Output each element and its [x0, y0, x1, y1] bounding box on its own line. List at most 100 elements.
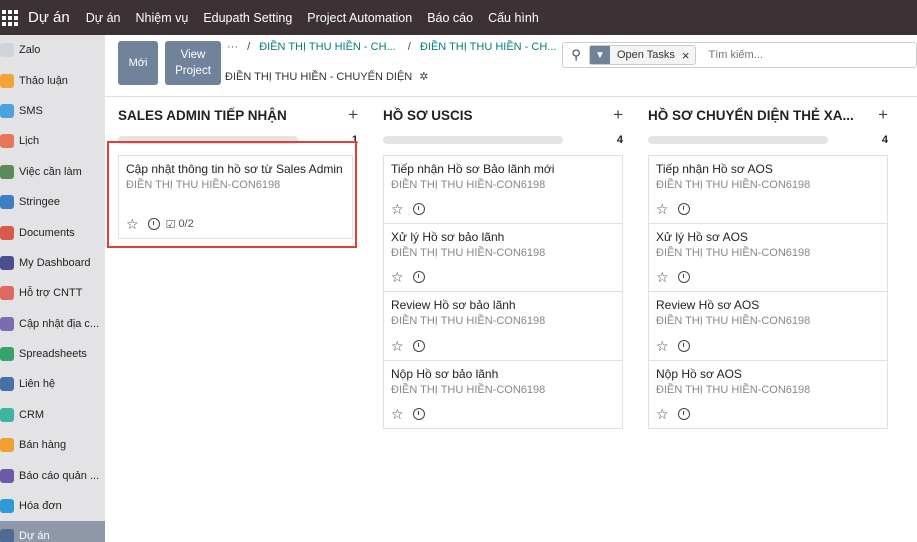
task-contact: ĐIỀN THỊ THU HIỀN-CON6198 [126, 179, 281, 191]
sidebar-item[interactable]: Hỗ trợ CNTT [0, 278, 105, 308]
app-icon [0, 73, 14, 88]
search-input[interactable] [708, 49, 839, 61]
sidebar-item[interactable]: CRM [0, 400, 105, 430]
sidebar-item[interactable]: Dự án [0, 521, 105, 542]
sidebar-item-label: Dự án [19, 530, 50, 542]
menu-bao-cao[interactable]: Báo cáo [427, 11, 473, 25]
sidebar-item[interactable]: Spreadsheets [0, 339, 105, 369]
column-title[interactable]: SALES ADMIN TIẾP NHẬN [118, 108, 287, 123]
task-contact: ĐIỀN THỊ THU HIỀN-CON6198 [656, 315, 811, 327]
menu-nhiem-vu[interactable]: Nhiệm vụ [136, 11, 189, 25]
clock-icon[interactable] [147, 218, 160, 230]
sidebar-item[interactable]: SMS [0, 96, 105, 126]
task-card[interactable]: Review Hồ sơ bảo lãnh ĐIỀN THỊ THU HIỀN-C… [383, 292, 623, 361]
sidebar-item-label: Thảo luận [19, 74, 68, 87]
sidebar-item[interactable]: Việc cần làm [0, 157, 105, 187]
sidebar-item[interactable]: Báo cáo quản ... [0, 460, 105, 490]
clock-icon[interactable] [677, 202, 690, 215]
sidebar-item-label: CRM [19, 408, 45, 421]
column-count: 4 [881, 134, 888, 146]
sidebar-item[interactable]: My Dashboard [0, 248, 105, 278]
new-button[interactable]: Mới [118, 41, 158, 85]
clock-icon[interactable] [412, 271, 425, 283]
task-card[interactable]: Nộp Hồ sơ bảo lãnh ĐIỀN THỊ THU HIỀN-CON6… [383, 360, 623, 429]
view-project-button[interactable]: View Project [165, 41, 221, 85]
task-card[interactable]: Cập nhật thông tin hồ sơ từ Sales Admin Đ… [118, 155, 353, 239]
sidebar-item[interactable]: Zalo [0, 35, 105, 65]
task-title: Xử lý Hồ sơ bảo lãnh [391, 229, 505, 244]
sidebar-item[interactable]: Hóa đơn [0, 491, 105, 521]
task-icons: ☆ [656, 202, 696, 216]
menu-edupath-setting[interactable]: Edupath Setting [203, 11, 292, 25]
gear-icon[interactable]: ✲ [419, 70, 428, 83]
top-navbar: Dự án Dự án Nhiệm vụ Edupath Setting Pro… [0, 0, 917, 35]
task-card[interactable]: Nộp Hồ sơ AOS ĐIỀN THỊ THU HIỀN-CON6198 ☆ [648, 360, 888, 429]
search-icon[interactable]: ⚲ [563, 47, 589, 63]
app-icon [0, 529, 14, 542]
column-cards: Cập nhật thông tin hồ sơ từ Sales Admin Đ… [118, 155, 358, 239]
column-title[interactable]: HỒ SƠ USCIS [383, 108, 473, 123]
apps-grid-icon[interactable] [0, 9, 18, 26]
star-icon[interactable]: ☆ [391, 407, 404, 421]
breadcrumb-ellipsis[interactable]: ··· [227, 41, 238, 53]
app-brand[interactable]: Dự án [28, 9, 70, 26]
add-task-icon[interactable]: + [348, 105, 358, 125]
menu-du-an[interactable]: Dự án [86, 11, 121, 25]
star-icon[interactable]: ☆ [656, 270, 669, 284]
menu-cau-hinh[interactable]: Cấu hình [488, 11, 539, 25]
sidebar-item[interactable]: Stringee [0, 187, 105, 217]
sidebar-item[interactable]: Cập nhật địa c... [0, 309, 105, 339]
page-title: ĐIỀN THỊ THU HIỀN - CHUYỂN DIỆN [225, 71, 413, 83]
app-icon [0, 347, 14, 362]
task-title: Nộp Hồ sơ bảo lãnh [391, 366, 499, 381]
task-icons: ☆ [391, 270, 431, 284]
sidebar-item-label: Spreadsheets [19, 348, 87, 361]
breadcrumb-item-2[interactable]: ĐIỀN THỊ THU HIỀN - CH... [420, 41, 557, 53]
star-icon[interactable]: ☆ [391, 202, 404, 216]
task-card[interactable]: Xử lý Hồ sơ AOS ĐIỀN THỊ THU HIỀN-CON6198… [648, 223, 888, 292]
task-icons: ☆ ☑ 0/2 [126, 217, 194, 231]
sidebar-item[interactable]: Thảo luận [0, 65, 105, 95]
breadcrumb-item-1[interactable]: ĐIỀN THỊ THU HIỀN - CH... [259, 41, 396, 53]
checklist-icon: ☑ [165, 218, 176, 231]
sidebar-item[interactable]: Lịch [0, 126, 105, 156]
sidebar-item-label: Documents [19, 226, 75, 239]
star-icon[interactable]: ☆ [656, 339, 669, 353]
sidebar-item-label: Hóa đơn [19, 500, 62, 513]
task-icons: ☆ [391, 407, 431, 421]
task-contact: ĐIỀN THỊ THU HIỀN-CON6198 [391, 246, 546, 259]
task-card[interactable]: Review Hồ sơ AOS ĐIỀN THỊ THU HIỀN-CON619… [648, 292, 888, 361]
menu-project-automation[interactable]: Project Automation [307, 11, 412, 25]
progress-bar[interactable] [383, 136, 563, 144]
star-icon[interactable]: ☆ [391, 270, 404, 284]
clock-icon[interactable] [412, 408, 425, 420]
search-facet: ▼ Open Tasks × [589, 45, 697, 65]
task-title: Cập nhật thông tin hồ sơ từ Sales Admin [126, 162, 343, 176]
clock-icon[interactable] [412, 339, 425, 352]
add-task-icon[interactable]: + [878, 105, 888, 125]
star-icon[interactable]: ☆ [126, 217, 139, 231]
column-title[interactable]: HỒ SƠ CHUYỂN DIỆN THẺ XA... [648, 108, 854, 123]
sidebar-item[interactable]: Bán hàng [0, 430, 105, 460]
task-card[interactable]: Xử lý Hồ sơ bảo lãnh ĐIỀN THỊ THU HIỀN-CO… [383, 223, 623, 292]
task-contact: ĐIỀN THỊ THU HIỀN-CON6198 [391, 383, 546, 396]
clock-icon[interactable] [677, 271, 690, 283]
task-card[interactable]: Tiếp nhận Hồ sơ Bảo lãnh mới ĐIỀN THỊ THU… [383, 155, 623, 224]
add-task-icon[interactable]: + [613, 105, 623, 125]
progress-bar[interactable] [648, 136, 828, 144]
sidebar-item-label: SMS [19, 104, 43, 117]
clock-icon[interactable] [677, 339, 690, 352]
facet-label: Open Tasks [617, 49, 675, 61]
sidebar-item[interactable]: Documents [0, 217, 105, 247]
clock-icon[interactable] [677, 408, 690, 420]
star-icon[interactable]: ☆ [391, 339, 404, 353]
sidebar-item[interactable]: Liên hệ [0, 369, 105, 399]
star-icon[interactable]: ☆ [656, 407, 669, 421]
clock-icon[interactable] [412, 202, 425, 215]
task-card[interactable]: Tiếp nhận Hồ sơ AOS ĐIỀN THỊ THU HIỀN-CON… [648, 155, 888, 224]
remove-facet-icon[interactable]: × [680, 48, 696, 63]
progress-bar[interactable] [118, 136, 298, 144]
star-icon[interactable]: ☆ [656, 202, 669, 216]
column-header: SALES ADMIN TIẾP NHẬN + [118, 97, 358, 133]
app-icon [0, 195, 14, 210]
